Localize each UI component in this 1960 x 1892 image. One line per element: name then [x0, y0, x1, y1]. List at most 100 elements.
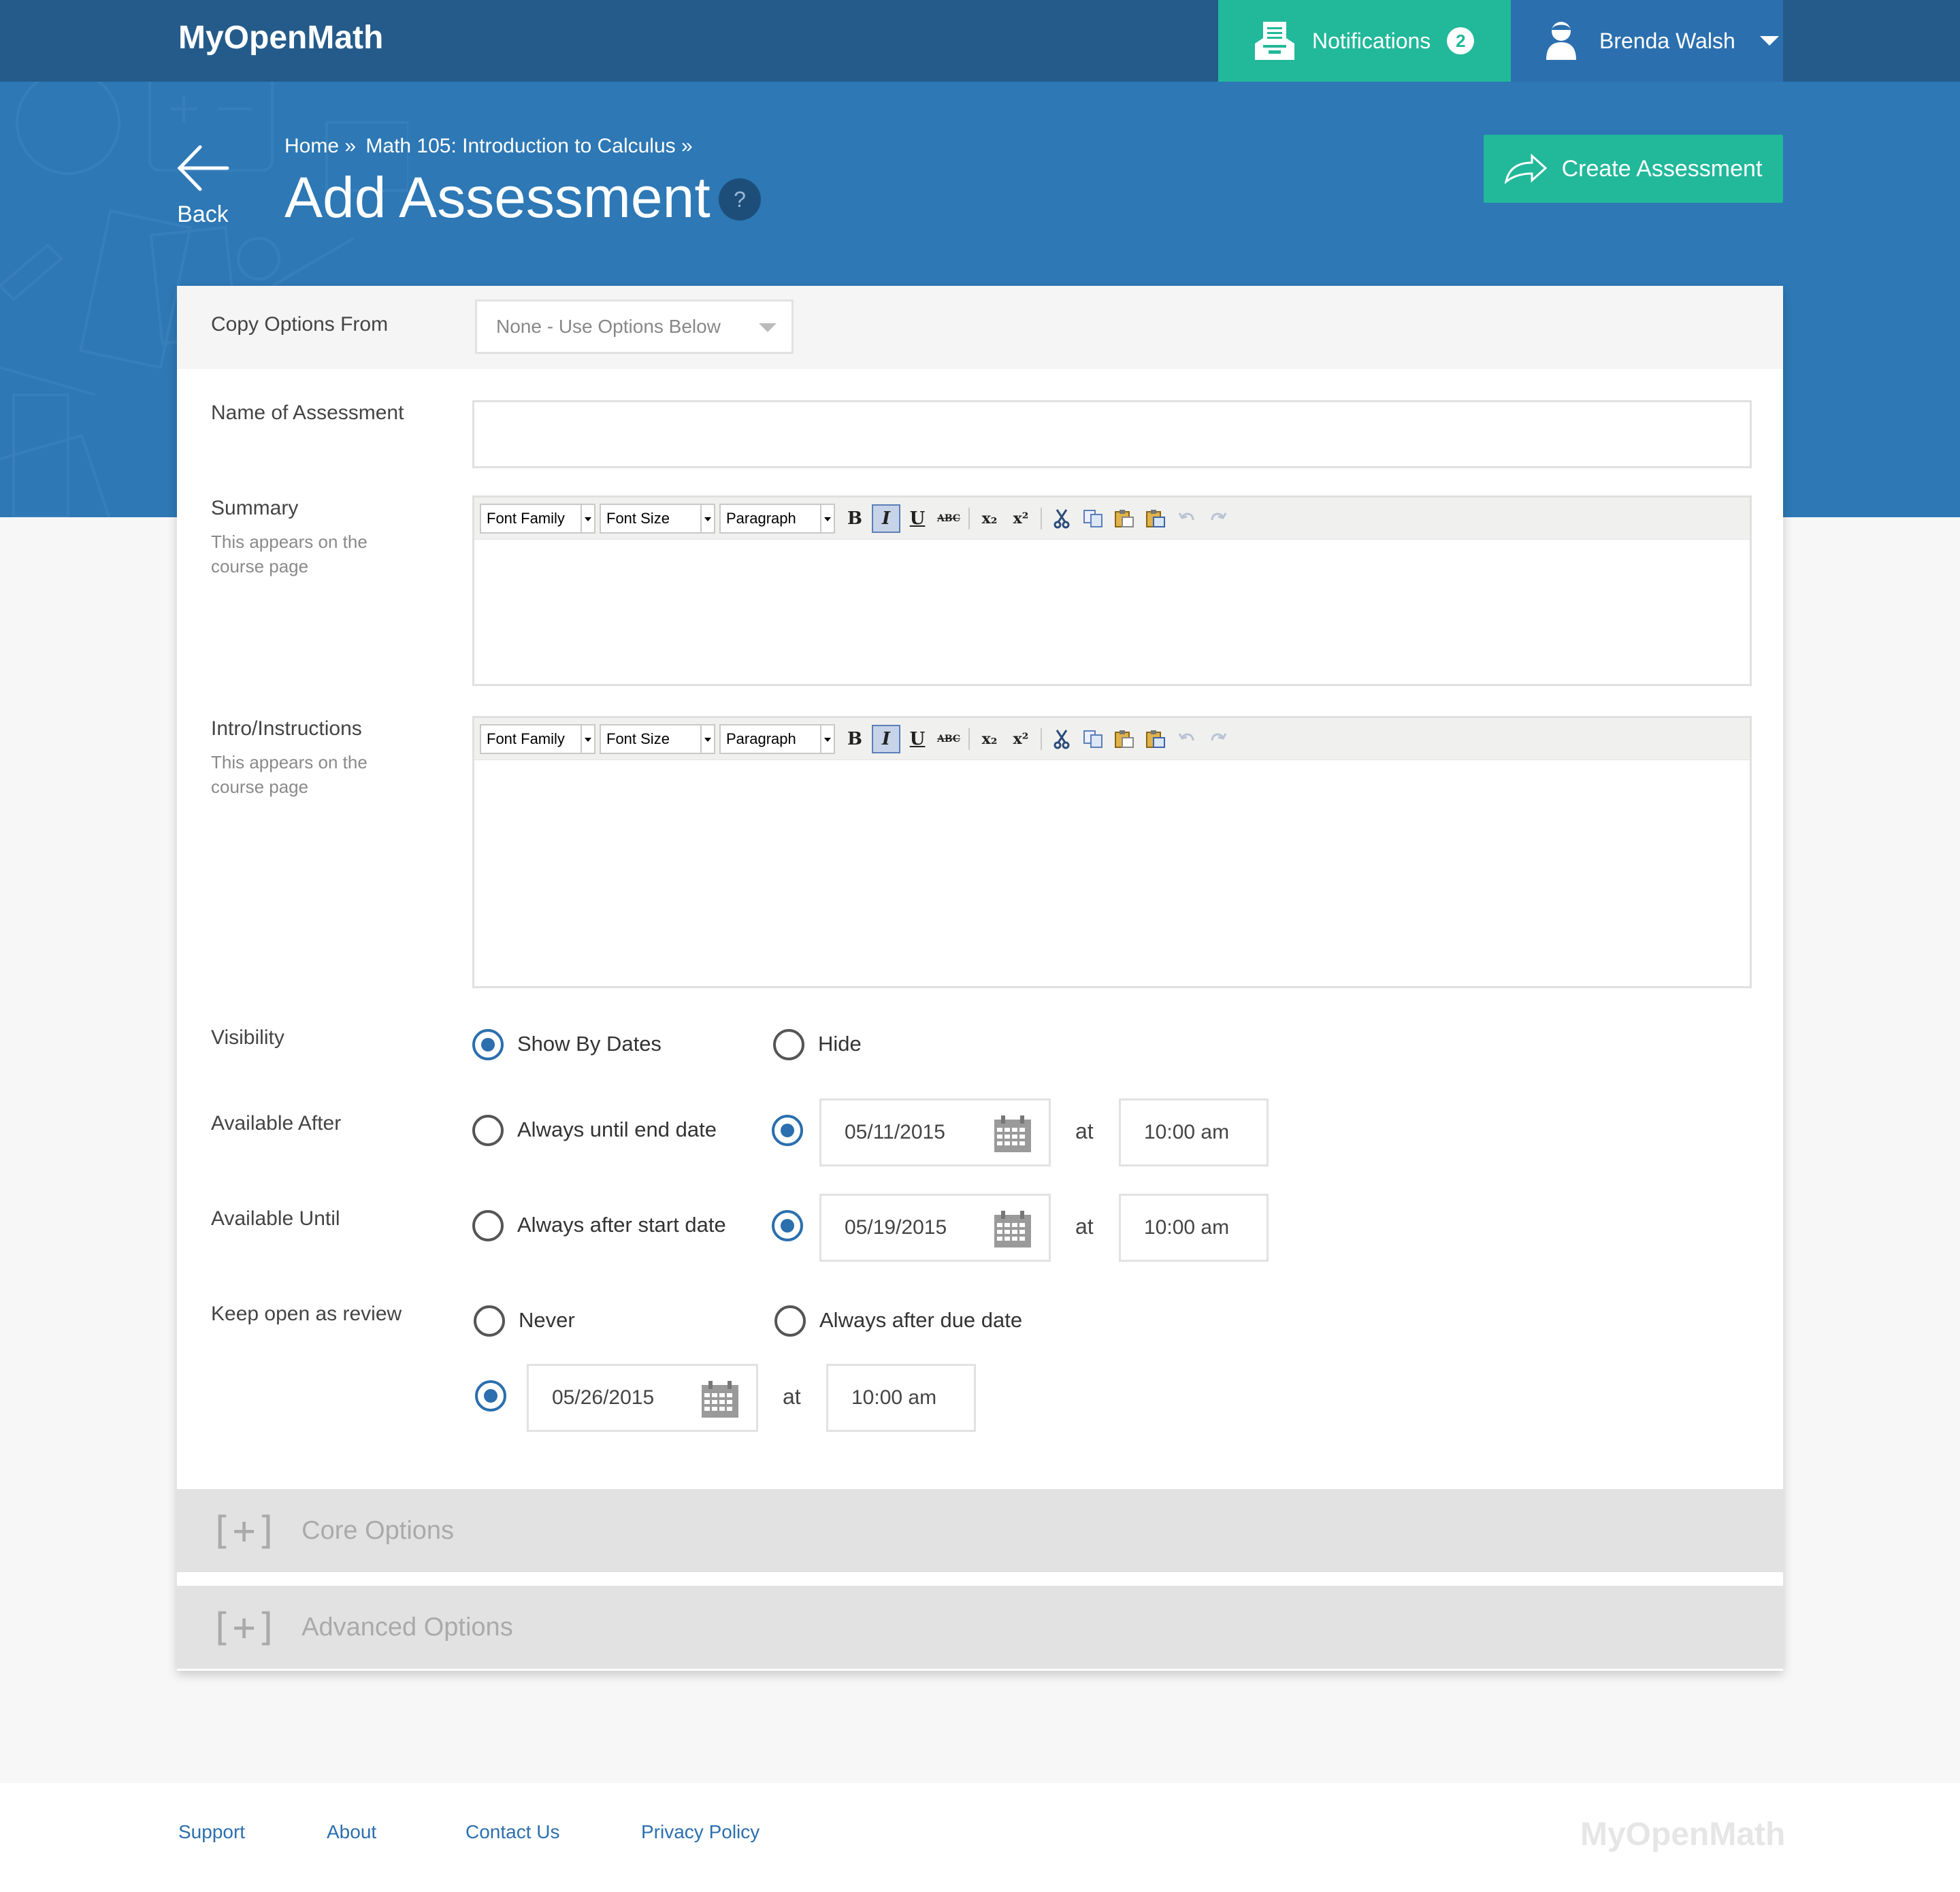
expand-icon: [+] — [210, 1605, 279, 1650]
footer-link-support[interactable]: Support — [178, 1821, 245, 1843]
superscript-button[interactable]: x² — [1007, 725, 1035, 753]
available-until-time-input[interactable]: 10:00 am — [1119, 1194, 1269, 1262]
breadcrumb: Home » Math 105: Introduction to Calculu… — [284, 135, 697, 158]
intro-editor-toolbar: Font Family Font Size Paragraph B I U AB… — [474, 718, 1750, 760]
at-label: at — [783, 1384, 801, 1409]
available-until-date-radio[interactable] — [772, 1210, 803, 1241]
notifications-button[interactable]: Notifications 2 — [1218, 0, 1511, 82]
format-select[interactable]: Paragraph — [719, 503, 835, 534]
footer-link-privacy[interactable]: Privacy Policy — [641, 1821, 760, 1843]
available-until-date-input[interactable]: 05/19/2015 — [819, 1194, 1051, 1262]
subscript-button[interactable]: x₂ — [975, 504, 1004, 533]
breadcrumb-course[interactable]: Math 105: Introduction to Calculus » — [365, 135, 692, 157]
paste-icon[interactable] — [1110, 504, 1139, 533]
review-date-input[interactable]: 05/26/2015 — [527, 1364, 758, 1432]
paste-word-icon[interactable] — [1141, 725, 1170, 753]
copy-options-label: Copy Options From — [211, 313, 389, 336]
notifications-label: Notifications — [1312, 28, 1431, 53]
strikethrough-button[interactable]: ABC — [934, 725, 963, 753]
bold-button[interactable]: B — [840, 504, 869, 533]
assessment-name-input[interactable] — [472, 400, 1752, 468]
paste-word-icon[interactable] — [1141, 504, 1170, 533]
redo-icon[interactable] — [1204, 504, 1232, 533]
available-after-always-radio[interactable] — [472, 1115, 504, 1146]
font-family-select[interactable]: Font Family — [480, 503, 595, 534]
advanced-options-label: Advanced Options — [301, 1612, 513, 1642]
core-options-toggle[interactable]: [+] Core Options — [177, 1489, 1783, 1572]
format-select[interactable]: Paragraph — [719, 723, 835, 754]
paste-icon[interactable] — [1110, 725, 1139, 753]
intro-editor[interactable]: Font Family Font Size Paragraph B I U AB… — [472, 716, 1752, 988]
cut-icon[interactable] — [1047, 725, 1076, 753]
intro-help-text: This appears on the course page — [211, 752, 368, 798]
visibility-hide-label: Hide — [818, 1032, 862, 1056]
undo-icon[interactable] — [1173, 504, 1201, 533]
at-label: at — [1075, 1119, 1094, 1143]
font-family-select[interactable]: Font Family — [480, 723, 595, 754]
visibility-show-by-dates-label: Show By Dates — [517, 1032, 662, 1056]
available-after-date-value: 05/11/2015 — [845, 1121, 945, 1143]
calendar-icon[interactable] — [700, 1381, 740, 1419]
calendar-icon[interactable] — [993, 1211, 1032, 1249]
available-until-always-radio[interactable] — [472, 1210, 504, 1241]
user-avatar-icon — [1546, 22, 1576, 60]
superscript-button[interactable]: x² — [1007, 504, 1035, 533]
back-label: Back — [177, 201, 229, 227]
footer: Support About Contact Us Privacy Policy … — [0, 1783, 1960, 1892]
review-never-radio[interactable] — [474, 1305, 505, 1337]
cut-icon[interactable] — [1047, 504, 1076, 533]
back-button[interactable]: Back — [176, 143, 230, 228]
bold-button[interactable]: B — [840, 725, 869, 753]
copy-icon[interactable] — [1079, 504, 1107, 533]
copy-options-value: None - Use Options Below — [496, 316, 721, 337]
summary-help-text: This appears on the course page — [211, 532, 368, 577]
review-time-value: 10:00 am — [851, 1386, 937, 1409]
subscript-button[interactable]: x₂ — [975, 725, 1004, 753]
advanced-options-toggle[interactable]: [+] Advanced Options — [177, 1586, 1783, 1669]
underline-button[interactable]: U — [903, 504, 932, 533]
format-label: Paragraph — [726, 509, 796, 527]
review-date-radio[interactable] — [475, 1380, 506, 1412]
underline-button[interactable]: U — [903, 725, 932, 753]
footer-link-about[interactable]: About — [327, 1821, 376, 1843]
available-after-date-radio[interactable] — [772, 1115, 803, 1146]
top-navigation-bar: MyOpenMath Notifications 2 Brenda Walsh — [0, 0, 1960, 82]
available-after-time-input[interactable]: 10:00 am — [1119, 1098, 1269, 1167]
visibility-hide-radio[interactable] — [773, 1029, 804, 1060]
undo-icon[interactable] — [1173, 725, 1201, 753]
review-time-input[interactable]: 10:00 am — [826, 1364, 976, 1432]
app-logo[interactable]: MyOpenMath — [178, 19, 383, 56]
italic-button[interactable]: I — [872, 724, 900, 753]
footer-link-contact[interactable]: Contact Us — [466, 1821, 560, 1843]
intro-label: Intro/Instructions — [211, 717, 362, 740]
copy-icon[interactable] — [1079, 725, 1107, 753]
review-date-value: 05/26/2015 — [552, 1386, 655, 1409]
summary-label: Summary — [211, 497, 299, 519]
user-menu[interactable]: Brenda Walsh — [1511, 0, 1783, 82]
arrow-left-icon — [177, 145, 229, 191]
font-size-label: Font Size — [606, 509, 670, 527]
font-family-label: Font Family — [487, 730, 565, 747]
format-label: Paragraph — [726, 730, 796, 747]
review-always-radio[interactable] — [774, 1305, 806, 1337]
summary-editor[interactable]: Font Family Font Size Paragraph B I U AB… — [472, 495, 1752, 686]
create-assessment-button[interactable]: Create Assessment — [1484, 135, 1783, 203]
visibility-label: Visibility — [211, 1026, 284, 1049]
notifications-count-badge: 2 — [1447, 27, 1475, 54]
italic-button[interactable]: I — [872, 504, 900, 533]
help-icon[interactable]: ? — [719, 178, 761, 221]
available-after-date-input[interactable]: 05/11/2015 — [819, 1098, 1051, 1167]
copy-options-select[interactable]: None - Use Options Below — [475, 299, 794, 354]
breadcrumb-home[interactable]: Home » — [284, 135, 356, 157]
visibility-show-by-dates-radio[interactable] — [472, 1029, 504, 1060]
create-assessment-label: Create Assessment — [1561, 155, 1763, 182]
font-size-select[interactable]: Font Size — [600, 503, 715, 534]
at-label: at — [1075, 1214, 1094, 1239]
font-size-select[interactable]: Font Size — [600, 723, 715, 754]
strikethrough-button[interactable]: ABC — [934, 504, 963, 533]
name-label: Name of Assessment — [211, 402, 404, 424]
summary-editor-toolbar: Font Family Font Size Paragraph B I U AB… — [474, 498, 1750, 540]
available-after-time-value: 10:00 am — [1144, 1121, 1230, 1143]
calendar-icon[interactable] — [993, 1115, 1032, 1154]
redo-icon[interactable] — [1204, 725, 1232, 753]
